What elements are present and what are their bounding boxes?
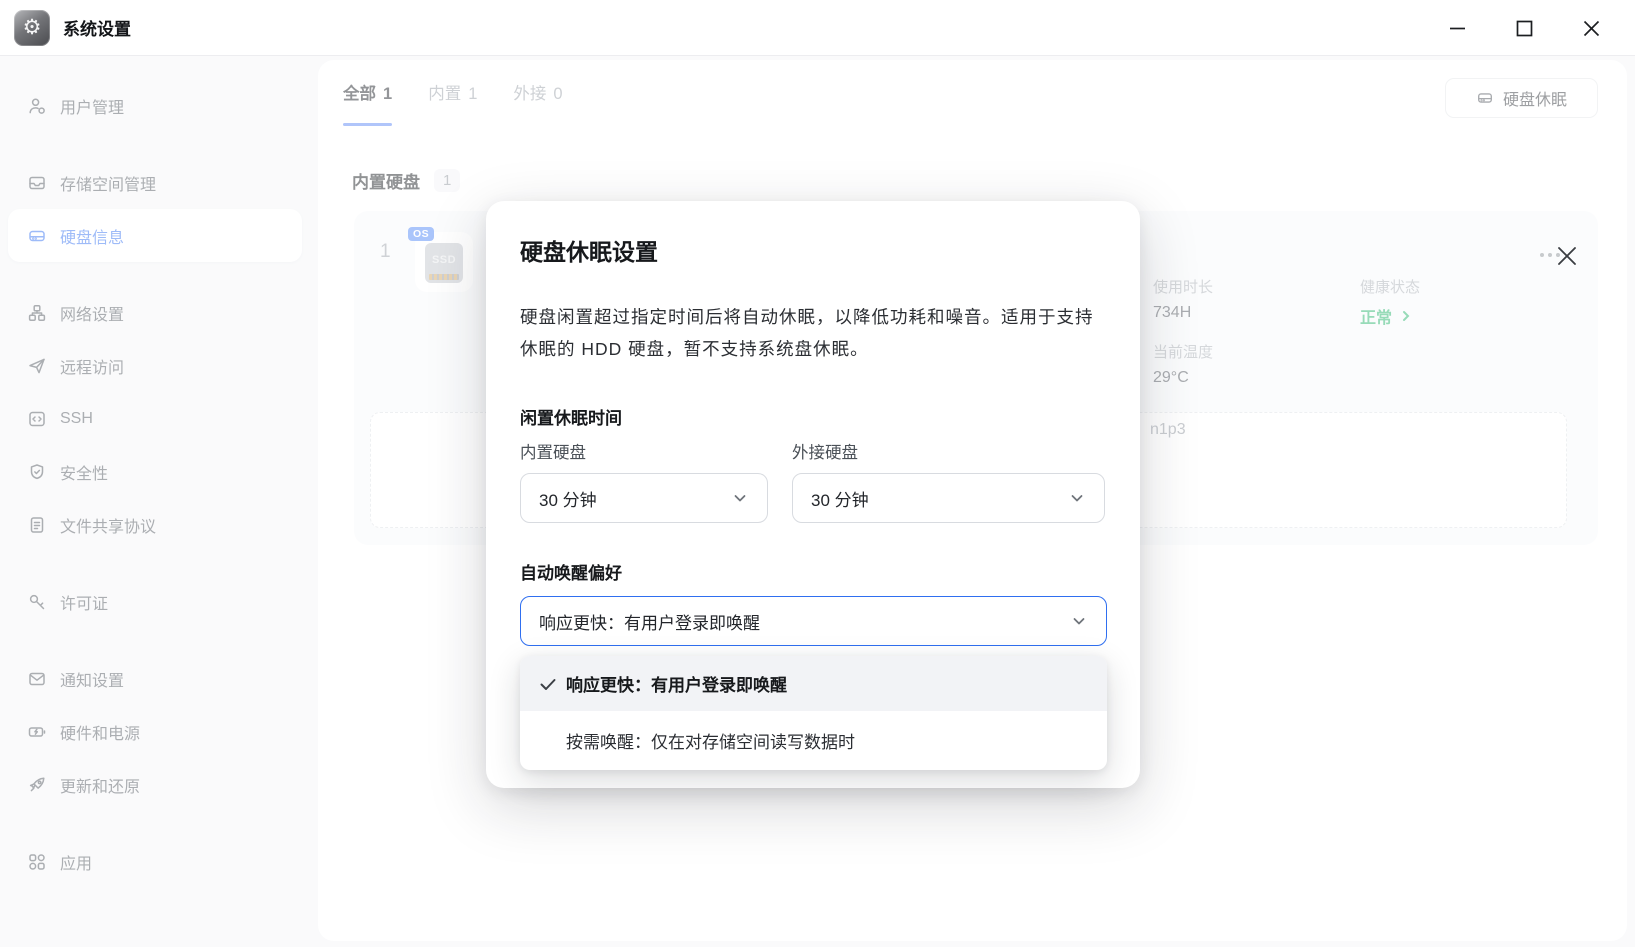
wake-option-on-demand[interactable]: 按需唤醒：仅在对存储空间读写数据时 <box>520 711 1107 770</box>
internal-sleep-time-select[interactable]: 30 分钟 <box>520 473 768 523</box>
close-window-button[interactable] <box>1568 5 1614 51</box>
window-controls <box>1434 0 1635 56</box>
close-window-icon <box>1583 20 1599 36</box>
internal-disk-label: 内置硬盘 <box>520 444 586 462</box>
modal-title: 硬盘休眠设置 <box>520 239 658 265</box>
check-icon <box>538 674 558 694</box>
auto-wake-select[interactable]: 响应更快：有用户登录即唤醒 <box>520 596 1107 646</box>
disk-sleep-modal: 硬盘休眠设置 硬盘闲置超过指定时间后将自动休眠，以降低功耗和噪音。适用于支持休眠… <box>486 201 1576 788</box>
chevron-down-icon <box>1068 489 1086 507</box>
modal-description: 硬盘闲置超过指定时间后将自动休眠，以降低功耗和噪音。适用于支持休眠的 HDD 硬… <box>520 307 1094 359</box>
idle-sleep-section-title: 闲置休眠时间 <box>520 409 622 428</box>
modal-close-button[interactable] <box>1552 241 1582 271</box>
wake-option-faster-response[interactable]: 响应更快：有用户登录即唤醒 <box>520 656 1107 711</box>
external-disk-label: 外接硬盘 <box>792 444 858 462</box>
maximize-icon <box>1516 20 1532 36</box>
close-icon <box>1558 247 1576 265</box>
maximize-button[interactable] <box>1501 5 1547 51</box>
chevron-down-icon <box>1070 612 1088 630</box>
chevron-down-icon <box>731 489 749 507</box>
external-sleep-time-select[interactable]: 30 分钟 <box>792 473 1105 523</box>
auto-wake-dropdown-menu: 响应更快：有用户登录即唤醒 按需唤醒：仅在对存储空间读写数据时 <box>520 656 1107 770</box>
auto-wake-section-title: 自动唤醒偏好 <box>520 564 622 583</box>
app-title: 系统设置 <box>63 20 131 39</box>
app-gear-icon: ⚙ <box>14 9 50 46</box>
minimize-icon <box>1449 27 1465 29</box>
titlebar: ⚙ 系统设置 <box>0 0 1635 56</box>
minimize-button[interactable] <box>1434 5 1480 51</box>
